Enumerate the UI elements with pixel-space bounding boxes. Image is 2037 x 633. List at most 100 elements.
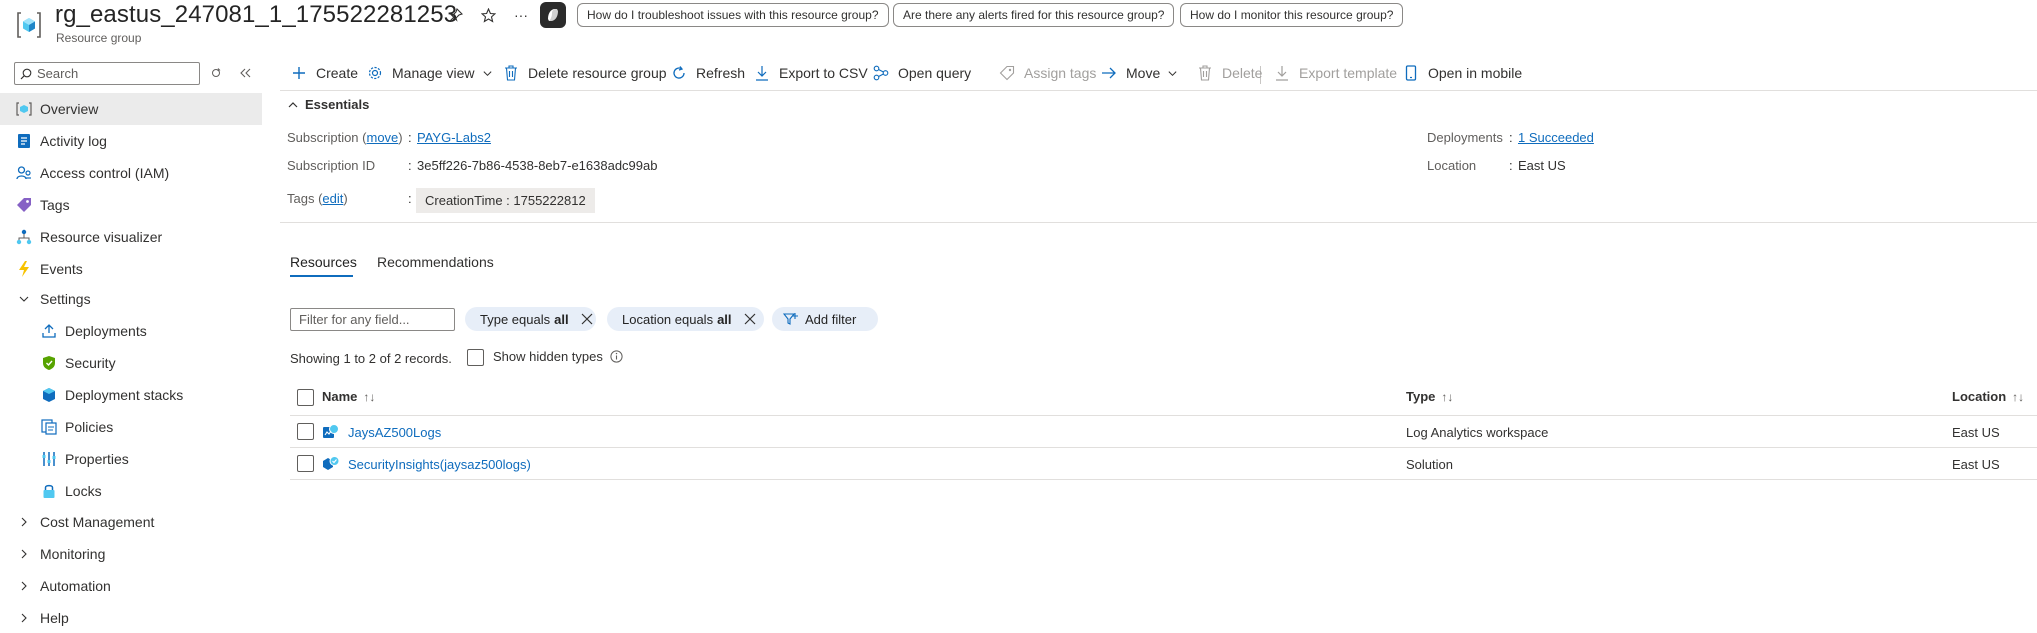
column-header-name[interactable]: Name ↑↓	[322, 389, 375, 404]
move-button[interactable]: Move	[1100, 58, 1178, 88]
column-header-location[interactable]: Location ↑↓	[1952, 389, 2024, 404]
subscription-label: Subscription (move)	[287, 130, 403, 145]
sidebar-item-activity-log[interactable]: Activity log	[0, 125, 262, 157]
tag-pill[interactable]: CreationTime : 1755222812	[416, 188, 595, 213]
resource-name-link[interactable]: JaysAZ500Logs	[348, 425, 441, 440]
delete-button[interactable]: Delete	[1196, 58, 1262, 88]
column-header-type[interactable]: Type ↑↓	[1406, 389, 1453, 404]
star-icon[interactable]	[478, 4, 498, 26]
show-hidden-types-label: Show hidden types	[493, 349, 603, 364]
sidebar-item-overview[interactable]: Overview	[0, 93, 262, 125]
sidebar-item-security[interactable]: Security	[0, 347, 262, 379]
deployments-icon	[41, 323, 57, 339]
row-checkbox[interactable]	[297, 423, 314, 440]
suggestion-chip-monitor[interactable]: How do I monitor this resource group?	[1180, 3, 1404, 27]
refresh-button[interactable]: Refresh	[670, 58, 745, 88]
command-bar: Create Manage view Delete resource group…	[280, 58, 2037, 90]
open-query-button[interactable]: Open query	[872, 58, 971, 88]
add-filter-icon	[783, 313, 798, 325]
sidebar-item-properties[interactable]: Properties	[0, 443, 262, 475]
page-title: rg_eastus_247081_1_175522281253	[55, 1, 458, 28]
select-all-checkbox[interactable]	[297, 389, 314, 406]
sidebar-item-label: Events	[40, 261, 83, 277]
suggestion-chip-alerts[interactable]: Are there any alerts fired for this reso…	[893, 3, 1175, 27]
chevron-right-icon	[21, 517, 27, 527]
sidebar-group-automation[interactable]: Automation	[0, 570, 262, 602]
close-icon[interactable]	[580, 312, 594, 326]
sidebar-group-monitoring[interactable]: Monitoring	[0, 538, 262, 570]
info-icon[interactable]	[610, 350, 623, 363]
create-button[interactable]: Create	[290, 58, 358, 88]
resource-location: East US	[1952, 425, 2000, 440]
sidebar-group-help[interactable]: Help	[0, 602, 262, 633]
log-analytics-icon	[323, 424, 339, 438]
open-in-mobile-button[interactable]: Open in mobile	[1402, 58, 1522, 88]
copilot-icon[interactable]	[540, 2, 566, 28]
close-icon[interactable]	[743, 312, 757, 326]
sidebar-item-deployments[interactable]: Deployments	[0, 315, 262, 347]
suggestion-chip-troubleshoot[interactable]: How do I troubleshoot issues with this r…	[577, 3, 889, 27]
sidebar-item-resource-visualizer[interactable]: Resource visualizer	[0, 221, 262, 253]
page-header: rg_eastus_247081_1_175522281253 Resource…	[0, 0, 2037, 56]
delete-resource-group-button[interactable]: Delete resource group	[502, 58, 667, 88]
active-tab-indicator	[290, 275, 353, 277]
resource-location: East US	[1952, 457, 2000, 472]
sidebar-item-label: Cost Management	[40, 514, 155, 530]
tags-label: Tags (edit)	[287, 191, 348, 206]
tab-recommendations[interactable]: Recommendations	[377, 254, 494, 270]
resource-type: Solution	[1406, 457, 1453, 472]
sidebar-item-deployment-stacks[interactable]: Deployment stacks	[0, 379, 262, 411]
sidebar-group-cost-management[interactable]: Cost Management	[0, 506, 262, 538]
sidebar-item-policies[interactable]: Policies	[0, 411, 262, 443]
deployments-link[interactable]: 1 Succeeded	[1518, 130, 1594, 145]
filter-input[interactable]	[290, 308, 455, 331]
sidebar-item-iam[interactable]: Access control (IAM)	[0, 157, 262, 189]
more-options-button[interactable]: ···	[511, 4, 531, 26]
location-filter-pill[interactable]: Location equals all	[607, 307, 764, 331]
sidebar-item-tags[interactable]: Tags	[0, 189, 262, 221]
gear-icon	[366, 64, 384, 82]
plus-icon	[290, 64, 308, 82]
tag-outline-icon	[998, 64, 1016, 82]
sidebar-item-label: Locks	[65, 483, 102, 499]
sidebar-item-label: Monitoring	[40, 546, 106, 562]
export-csv-button[interactable]: Export to CSV	[753, 58, 868, 88]
sidebar: Overview Activity log Access control (IA…	[0, 58, 262, 633]
export-template-button[interactable]: Export template	[1273, 58, 1397, 88]
sidebar-item-label: Deployments	[65, 323, 147, 339]
subscription-id-value: 3e5ff226-7b86-4538-8eb7-e1638adc99ab	[417, 158, 658, 173]
tab-resources[interactable]: Resources	[290, 254, 357, 270]
move-subscription-link[interactable]: move	[366, 130, 398, 145]
subscription-link[interactable]: PAYG-Labs2	[417, 130, 491, 145]
overview-icon	[16, 101, 32, 117]
lock-icon	[41, 483, 57, 499]
row-checkbox[interactable]	[297, 455, 314, 472]
mobile-icon	[1402, 64, 1420, 82]
sidebar-item-label: Resource visualizer	[40, 229, 163, 245]
sidebar-item-label: Settings	[40, 291, 91, 307]
chevron-right-icon	[21, 613, 27, 623]
sidebar-item-events[interactable]: Events	[0, 253, 262, 285]
essentials-toggle[interactable]: Essentials	[287, 97, 369, 112]
show-hidden-types-checkbox[interactable]	[467, 349, 484, 366]
manage-view-button[interactable]: Manage view	[366, 58, 493, 88]
resource-group-icon	[16, 10, 42, 40]
assign-tags-button[interactable]: Assign tags	[998, 58, 1096, 88]
sidebar-item-locks[interactable]: Locks	[0, 475, 262, 507]
edit-tags-link[interactable]: edit	[322, 191, 343, 206]
resource-name-link[interactable]: SecurityInsights(jaysaz500logs)	[348, 457, 531, 472]
trash-icon	[1196, 64, 1214, 82]
add-filter-button[interactable]: Add filter	[772, 307, 878, 331]
colon-separator: :	[408, 130, 412, 145]
chevron-down-icon	[482, 70, 492, 76]
subscription-id-label: Subscription ID	[287, 158, 376, 173]
chevron-right-icon	[21, 581, 27, 591]
sidebar-item-label: Access control (IAM)	[40, 165, 170, 181]
type-filter-pill[interactable]: Type equals all	[465, 307, 596, 331]
chevron-down-icon	[19, 296, 29, 302]
pin-icon[interactable]	[446, 4, 466, 26]
deployments-label: Deployments	[1427, 130, 1503, 145]
query-icon	[872, 64, 890, 82]
sidebar-item-label: Properties	[65, 451, 129, 467]
sidebar-group-settings[interactable]: Settings	[0, 283, 262, 315]
